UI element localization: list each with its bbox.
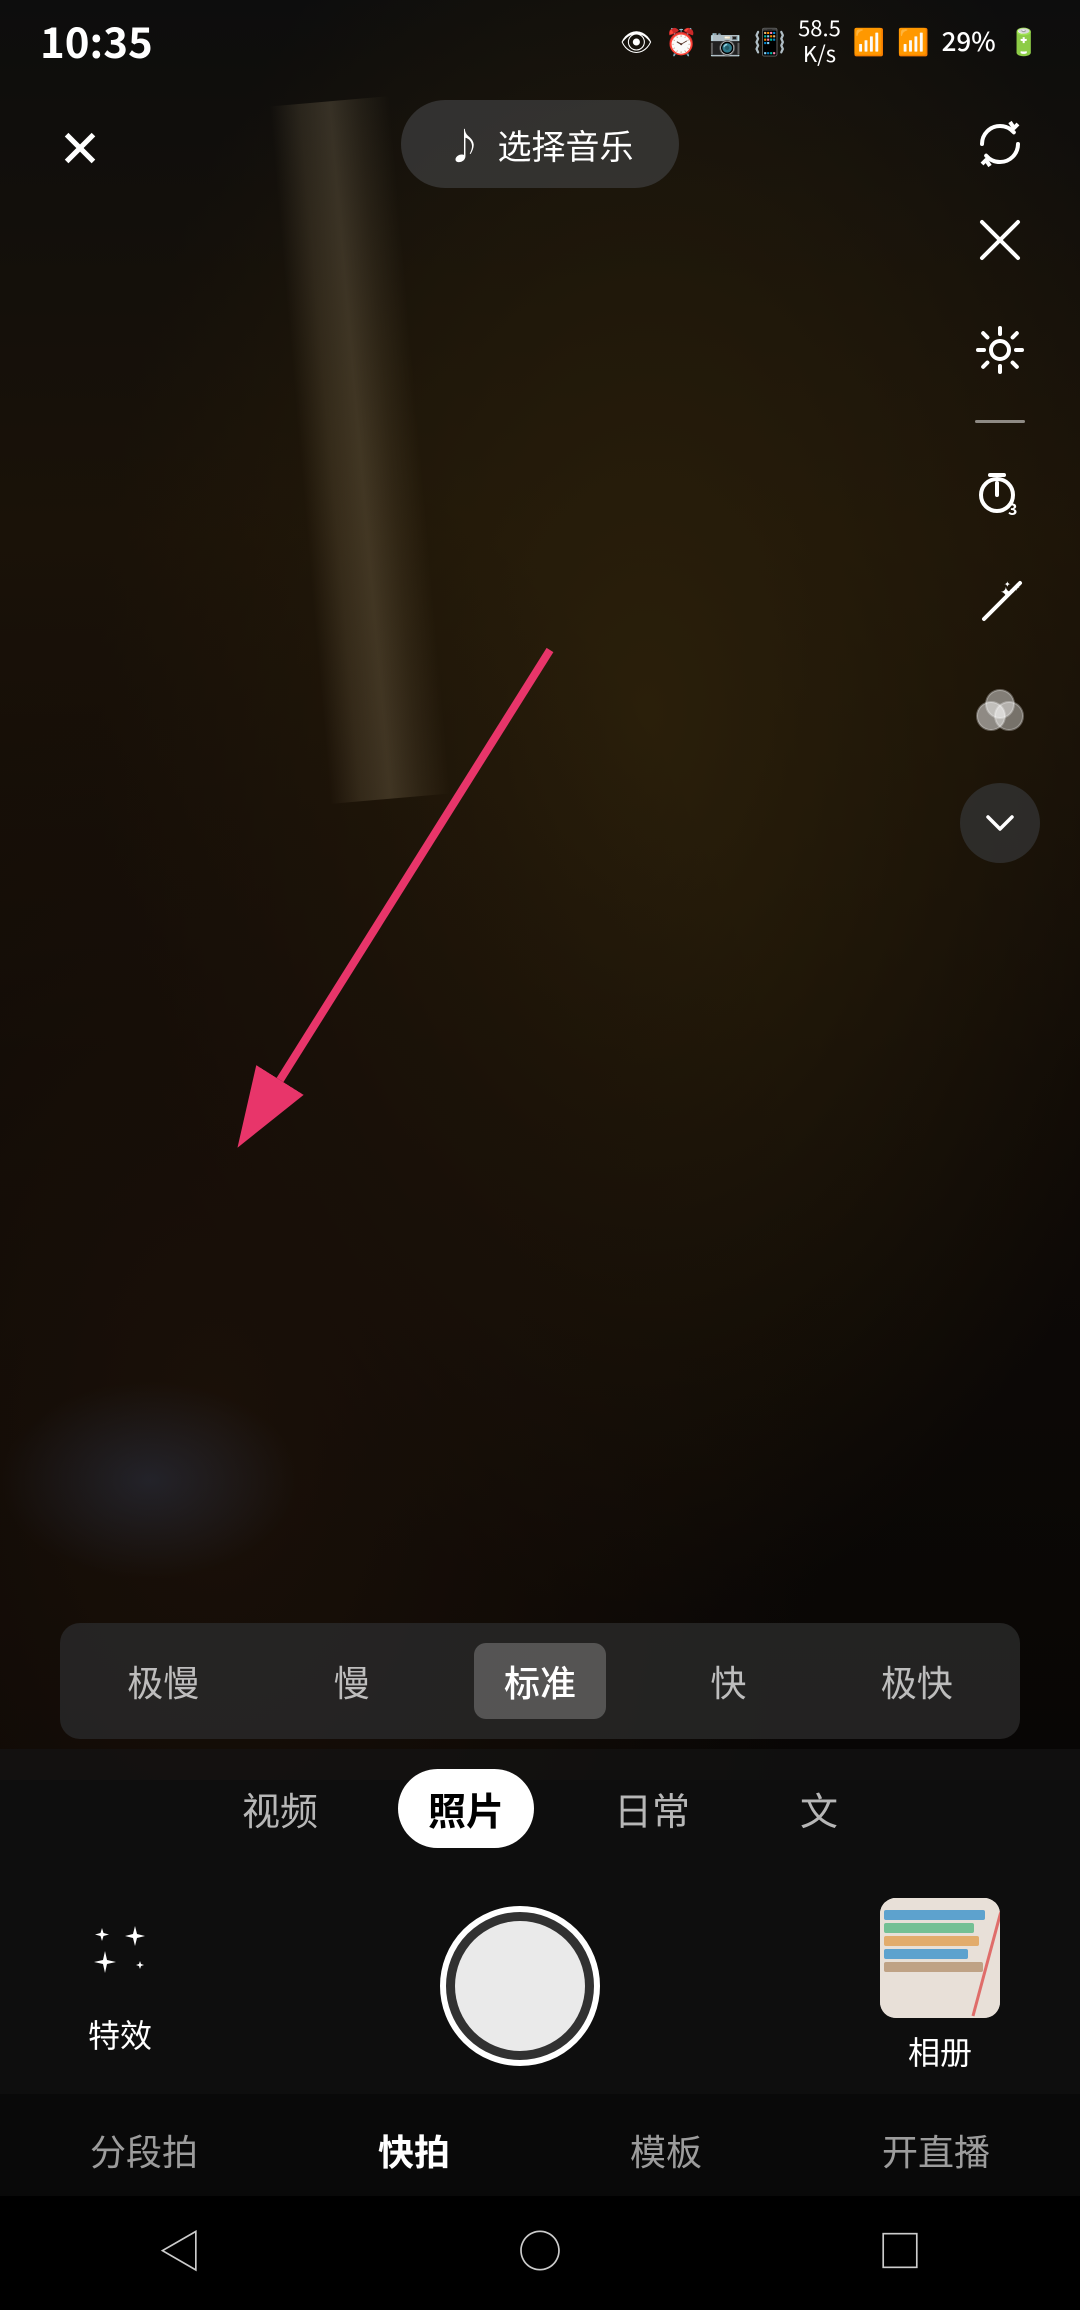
speed-item-slow[interactable]: 慢 [304, 1643, 400, 1719]
status-icons: 👁 ⏰ 📷 📳 58.5K/s 📶 📶 29% 🔋 [620, 14, 1040, 67]
camera-viewfinder [0, 0, 1080, 1780]
chevron-down-icon [980, 803, 1020, 843]
mode-selector: 视频 照片 日常 文 [0, 1749, 1080, 1868]
battery-level: 29% [942, 22, 996, 59]
effects-label: 特效 [88, 2011, 152, 2057]
music-select-button[interactable]: ♪ 选择音乐 [401, 100, 678, 188]
shutter-inner [455, 1921, 585, 2051]
svg-text:✦: ✦ [1012, 579, 1020, 594]
flash-off-icon [974, 214, 1026, 266]
nav-template[interactable]: 模板 [610, 2114, 722, 2186]
system-nav: ◁ ○ □ [0, 2196, 1080, 2310]
home-button[interactable]: ○ [518, 2216, 562, 2280]
mode-daily[interactable]: 日常 [584, 1769, 720, 1848]
more-options-button[interactable] [960, 783, 1040, 863]
timer-icon: 3 [972, 465, 1028, 521]
status-bar: 10:35 👁 ⏰ 📷 📳 58.5K/s 📶 📶 29% 🔋 [0, 0, 1080, 80]
gear-icon [974, 324, 1026, 376]
network-speed: 58.5K/s [798, 14, 841, 67]
nav-segmented-shoot[interactable]: 分段拍 [70, 2114, 218, 2186]
timer-button[interactable]: 3 [960, 453, 1040, 533]
magic-wand-icon: ✦ ✦ ✦ [974, 577, 1026, 629]
bottom-nav: 分段拍 快拍 模板 开直播 [0, 2094, 1080, 2196]
svg-text:✦: ✦ [1004, 579, 1011, 590]
right-sidebar: 3 ✦ ✦ ✦ [960, 200, 1040, 863]
flash-off-button[interactable] [960, 200, 1040, 280]
sidebar-divider [975, 420, 1025, 423]
refresh-button[interactable] [960, 104, 1040, 184]
speed-item-standard[interactable]: 标准 [474, 1643, 606, 1719]
album-label: 相册 [908, 2028, 972, 2074]
shutter-button[interactable] [440, 1906, 600, 2066]
back-button[interactable]: ◁ [158, 2216, 202, 2280]
speed-item-very-fast[interactable]: 极快 [851, 1643, 983, 1719]
bottom-panel: 极慢 慢 标准 快 极快 视频 照片 日常 文 [0, 1623, 1080, 2310]
refresh-icon [974, 118, 1026, 170]
recents-button[interactable]: □ [878, 2216, 922, 2280]
album-button[interactable]: 相册 [880, 1898, 1000, 2074]
alarm-icon: ⏰ [665, 22, 697, 59]
signal-icon: 📶 [897, 22, 929, 59]
vibrate-icon: 📳 [754, 22, 786, 59]
music-select-label: 选择音乐 [498, 120, 634, 169]
sparkles-icon [80, 1916, 160, 2001]
battery-icon: 🔋 [1008, 22, 1040, 59]
status-time: 10:35 [40, 10, 153, 71]
eye-icon: 👁 [620, 22, 653, 59]
music-note-icon: ♪ [446, 118, 482, 170]
mode-video[interactable]: 视频 [212, 1769, 348, 1848]
album-thumbnail [880, 1898, 1000, 2018]
mode-text[interactable]: 文 [770, 1769, 868, 1848]
camera-icon: 📷 [709, 22, 741, 59]
speed-selector: 极慢 慢 标准 快 极快 [60, 1623, 1020, 1739]
close-icon: ✕ [58, 107, 102, 182]
magic-wand-button[interactable]: ✦ ✦ ✦ [960, 563, 1040, 643]
wifi-icon: 📶 [853, 22, 885, 59]
album-thumb-content [880, 1898, 1000, 2018]
svg-text:3: 3 [1008, 496, 1017, 520]
nav-live[interactable]: 开直播 [862, 2114, 1010, 2186]
close-button[interactable]: ✕ [40, 104, 120, 184]
effects-button[interactable]: 特效 [80, 1916, 160, 2057]
settings-button[interactable] [960, 310, 1040, 390]
nav-quick-shoot[interactable]: 快拍 [358, 2114, 470, 2186]
shutter-row: 特效 相册 [0, 1868, 1080, 2094]
speed-item-fast[interactable]: 快 [680, 1643, 776, 1719]
mode-photo[interactable]: 照片 [398, 1769, 534, 1848]
color-filter-button[interactable] [960, 673, 1040, 753]
top-controls: ✕ ♪ 选择音乐 [0, 80, 1080, 208]
color-circles-icon [971, 684, 1029, 742]
speed-item-very-slow[interactable]: 极慢 [97, 1643, 229, 1719]
